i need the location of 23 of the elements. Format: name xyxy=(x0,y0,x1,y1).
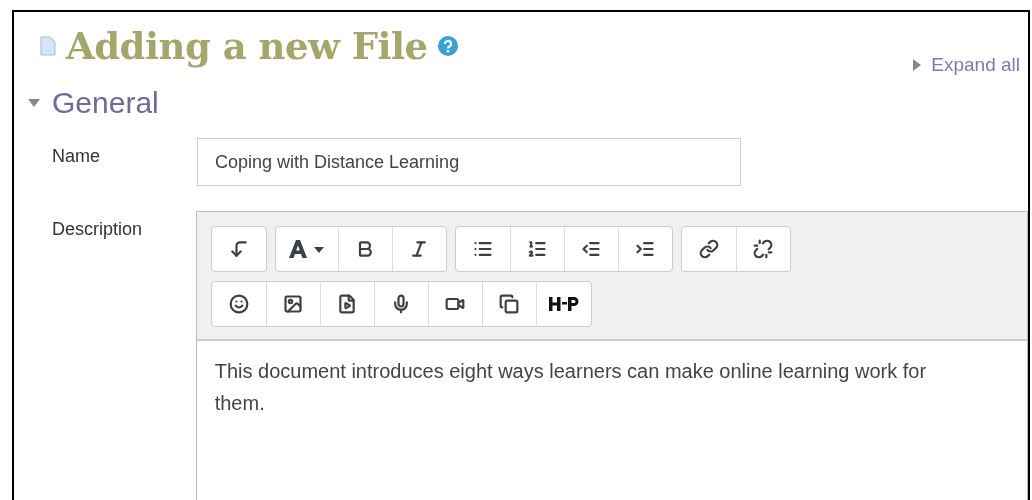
section-title[interactable]: General xyxy=(52,86,159,120)
emoji-icon xyxy=(228,294,249,314)
field-label: Name xyxy=(51,145,101,168)
name-field[interactable]: Coping with Distance Learning xyxy=(197,138,741,186)
help-icon[interactable] xyxy=(437,36,458,56)
image-icon xyxy=(283,294,304,314)
link-icon xyxy=(698,239,719,259)
bullets-icon xyxy=(472,239,493,259)
file-icon xyxy=(40,36,56,56)
expand-all-link[interactable]: Expand all xyxy=(911,54,1020,76)
caret-icon xyxy=(28,97,40,109)
outdent-icon xyxy=(581,239,602,259)
logo-icon xyxy=(548,296,579,312)
media-file-icon xyxy=(337,294,358,314)
field-label: Description xyxy=(51,218,144,241)
copy-icon xyxy=(499,294,520,314)
font-color-icon xyxy=(287,239,326,259)
unlink-icon xyxy=(753,239,774,259)
indent-icon xyxy=(635,239,656,259)
description-text[interactable]: This document introduces eight ways learners can make online learning work for them. xyxy=(214,355,950,419)
more-icon xyxy=(228,239,249,259)
numbers-icon xyxy=(527,239,548,259)
page-title: Adding a new File xyxy=(66,24,428,68)
